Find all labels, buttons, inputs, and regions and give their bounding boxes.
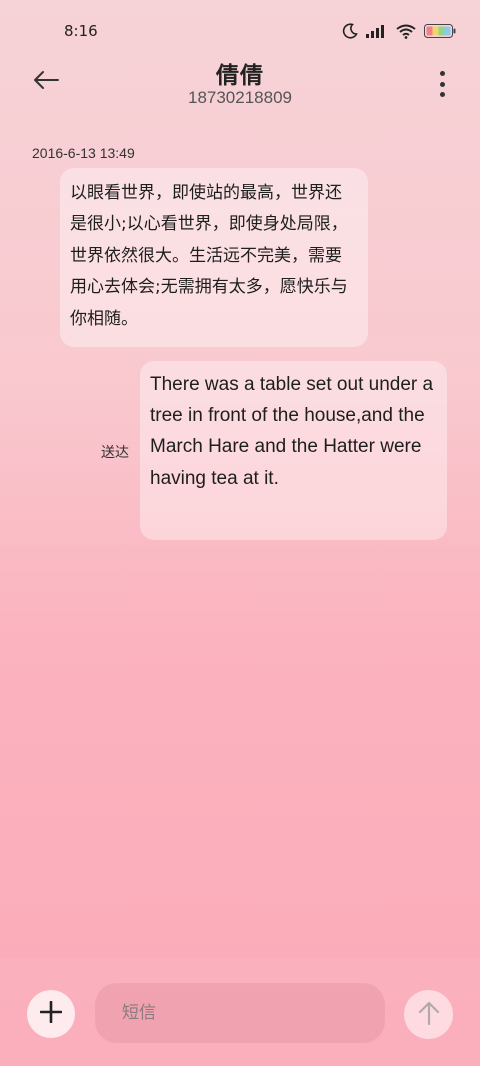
signal-icon bbox=[366, 24, 388, 38]
incoming-message-text: 以眼看世界，即使站的最高，世界还是很小;以心看世界，即使身处局限，世界依然很大。… bbox=[70, 183, 348, 329]
more-vertical-icon-dot bbox=[439, 92, 445, 97]
send-button[interactable] bbox=[404, 990, 453, 1039]
message-timestamp: 2016-6-13 13:49 bbox=[32, 145, 135, 161]
battery-icon bbox=[424, 24, 456, 38]
more-vertical-icon-dot bbox=[439, 71, 445, 76]
message-input[interactable] bbox=[95, 983, 385, 1043]
incoming-message-bubble[interactable]: 以眼看世界，即使站的最高，世界还是很小;以心看世界，即使身处局限，世界依然很大。… bbox=[60, 168, 368, 347]
more-options-button[interactable] bbox=[434, 68, 450, 100]
plus-icon bbox=[39, 1000, 63, 1027]
add-attachment-button[interactable] bbox=[27, 990, 75, 1038]
contact-phone-number: 18730218809 bbox=[187, 88, 292, 107]
wifi-icon bbox=[396, 24, 416, 39]
outgoing-message-text: There was a table set out under a tree i… bbox=[150, 374, 434, 489]
conversation-header: 倩倩 18730218809 bbox=[0, 52, 480, 122]
arrow-up-icon bbox=[418, 1001, 440, 1029]
contact-name: 倩倩 bbox=[216, 63, 264, 89]
more-vertical-icon-dot bbox=[439, 81, 445, 87]
outgoing-message-bubble[interactable]: There was a table set out under a tree i… bbox=[140, 361, 447, 540]
moon-icon bbox=[342, 23, 358, 39]
delivery-status: 送达 bbox=[101, 445, 129, 461]
status-icons bbox=[342, 22, 456, 40]
status-time: 8:16 bbox=[64, 22, 98, 40]
